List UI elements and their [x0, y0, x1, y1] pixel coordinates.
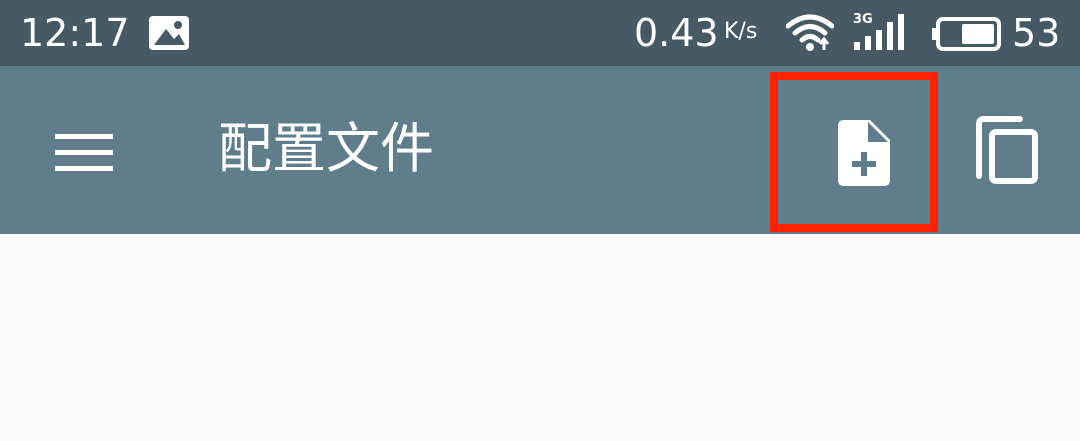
signal-icon — [854, 14, 904, 50]
copy-icon — [976, 116, 1038, 184]
page-title: 配置文件 — [218, 117, 434, 180]
status-bar: 12:17 0.43 K/s 3G 53 — [0, 0, 1080, 66]
app-bar: 配置文件 — [0, 66, 1080, 234]
menu-button[interactable] — [40, 110, 126, 196]
battery-level: 53 — [1012, 11, 1061, 55]
status-time: 12:17 — [20, 11, 130, 55]
hamburger-menu-icon — [55, 134, 113, 171]
copy-button[interactable] — [958, 100, 1068, 210]
new-file-button[interactable] — [800, 90, 928, 218]
network-speed-value: 0.43 — [634, 11, 719, 55]
content-area — [0, 234, 1080, 441]
new-file-icon — [838, 120, 890, 186]
gallery-notification-icon — [149, 16, 189, 50]
wifi-icon — [786, 14, 834, 51]
network-speed-unit: K/s — [724, 19, 758, 44]
battery-icon — [932, 17, 1001, 51]
